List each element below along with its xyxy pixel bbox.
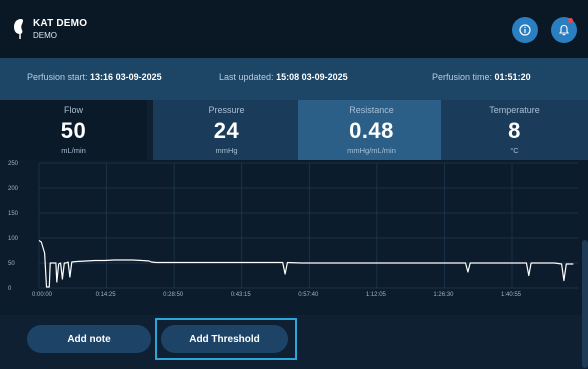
flow-series-line [38, 239, 574, 288]
notification-dot [568, 18, 573, 23]
perfusion-time: Perfusion time: 01:51:20 [432, 72, 531, 82]
last-updated-label: Last updated: [219, 72, 274, 82]
y-tick-label: 200 [8, 186, 19, 192]
info-button[interactable] [512, 17, 538, 43]
x-tick-label: 1:26:30 [433, 292, 454, 298]
flow-chart[interactable]: 250 200 150 100 50 0 0:00:00 0:14:25 0:28:50 0:43… [0, 160, 588, 315]
x-tick-label: 1:40:55 [501, 292, 522, 298]
y-tick-label: 250 [8, 161, 19, 167]
x-tick-label: 1:12:05 [366, 292, 387, 298]
add-note-button[interactable]: Add note [27, 325, 151, 353]
y-tick-label: 150 [8, 211, 19, 217]
app-title: KAT DEMO [33, 18, 88, 29]
metric-unit: mmHg/mL/min [347, 146, 396, 155]
metric-label: Resistance [349, 105, 394, 115]
metric-value: 0.48 [349, 118, 394, 143]
perfusion-time-value: 01:51:20 [494, 72, 531, 82]
perfusion-start-value: 13:16 03-09-2025 [90, 72, 162, 82]
metric-unit: °C [510, 146, 519, 155]
metric-label: Flow [63, 105, 83, 115]
x-tick-label: 0:28:50 [163, 292, 184, 298]
y-tick-label: 0 [8, 286, 12, 292]
perfusion-start: Perfusion start: 13:16 03-09-2025 [27, 72, 162, 82]
metric-pressure[interactable]: Pressure 24 mmHg [153, 100, 300, 160]
metric-temperature[interactable]: Temperature 8 °C [441, 100, 588, 160]
y-tick-label: 100 [8, 236, 19, 242]
metric-value: 8 [508, 118, 521, 143]
perfusion-start-label: Perfusion start: [27, 72, 88, 82]
last-updated: Last updated: 15:08 03-09-2025 [219, 72, 348, 82]
add-threshold-button[interactable]: Add Threshold [161, 325, 288, 353]
metric-unit: mL/min [61, 146, 86, 155]
metric-unit: mmHg [215, 146, 238, 155]
x-tick-label: 0:14:25 [96, 292, 117, 298]
metric-flow[interactable]: Flow 50 mL/min [0, 100, 147, 160]
header: KAT DEMO DEMO [0, 0, 588, 58]
kidney-logo-icon [14, 19, 23, 39]
info-icon [519, 24, 531, 36]
scrollbar[interactable] [582, 240, 588, 368]
metric-value: 24 [213, 118, 240, 143]
flow-chart-svg: 250 200 150 100 50 0 0:00:00 0:14:25 0:28:50 0:43… [8, 161, 578, 298]
x-tick-label: 0:00:00 [32, 292, 53, 298]
metric-label: Temperature [489, 105, 540, 115]
app-window: KAT DEMO DEMO Perfusion start: 13:16 03-… [0, 0, 588, 369]
metric-resistance[interactable]: Resistance 0.48 mmHg/mL/min [298, 100, 445, 160]
x-tick-label: 0:43:15 [231, 292, 252, 298]
bell-icon [558, 24, 570, 36]
y-tick-label: 50 [8, 261, 15, 267]
last-updated-value: 15:08 03-09-2025 [276, 72, 348, 82]
notifications-button[interactable] [551, 17, 577, 43]
perfusion-info-bar: Perfusion start: 13:16 03-09-2025 Last u… [0, 58, 588, 100]
metric-label: Pressure [208, 105, 245, 115]
metric-value: 50 [60, 118, 87, 143]
perfusion-time-label: Perfusion time: [432, 72, 493, 82]
x-tick-label: 0:57:40 [298, 292, 319, 298]
app-subtitle: DEMO [33, 31, 57, 40]
